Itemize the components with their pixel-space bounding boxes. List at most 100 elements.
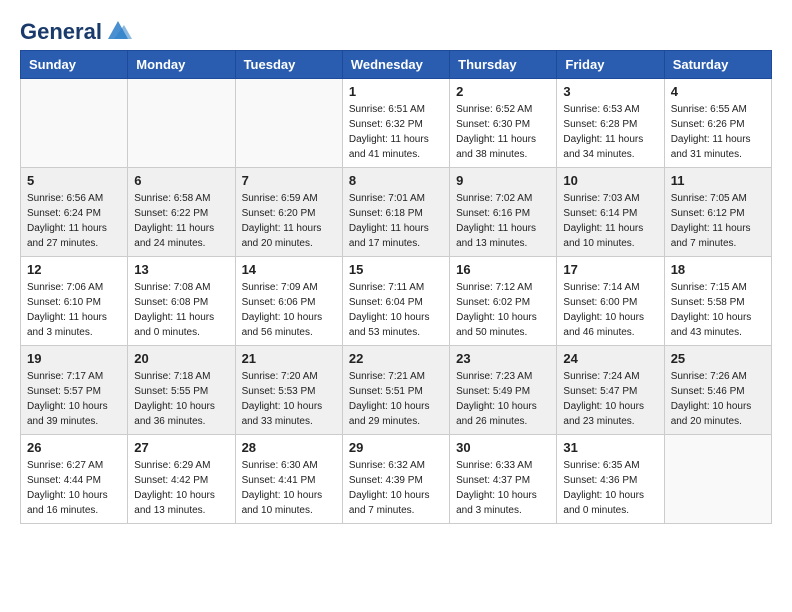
day-info: Sunrise: 7:08 AM Sunset: 6:08 PM Dayligh… bbox=[134, 280, 228, 340]
calendar-week-3: 12 Sunrise: 7:06 AM Sunset: 6:10 PM Dayli… bbox=[21, 257, 772, 346]
calendar-cell: 4 Sunrise: 6:55 AM Sunset: 6:26 PM Daylig… bbox=[664, 79, 771, 168]
day-number: 22 bbox=[349, 351, 443, 366]
day-number: 15 bbox=[349, 262, 443, 277]
day-info: Sunrise: 7:15 AM Sunset: 5:58 PM Dayligh… bbox=[671, 280, 765, 340]
calendar-cell: 7 Sunrise: 6:59 AM Sunset: 6:20 PM Daylig… bbox=[235, 168, 342, 257]
day-info: Sunrise: 6:35 AM Sunset: 4:36 PM Dayligh… bbox=[563, 458, 657, 518]
calendar-cell: 10Sunrise: 7:03 AM Sunset: 6:14 PM Dayli… bbox=[557, 168, 664, 257]
day-number: 16 bbox=[456, 262, 550, 277]
day-number: 12 bbox=[27, 262, 121, 277]
calendar-cell bbox=[21, 79, 128, 168]
calendar-week-2: 5 Sunrise: 6:56 AM Sunset: 6:24 PM Daylig… bbox=[21, 168, 772, 257]
calendar-cell bbox=[128, 79, 235, 168]
day-header-thursday: Thursday bbox=[450, 51, 557, 79]
day-info: Sunrise: 6:53 AM Sunset: 6:28 PM Dayligh… bbox=[563, 102, 657, 162]
day-number: 9 bbox=[456, 173, 550, 188]
calendar-cell: 8 Sunrise: 7:01 AM Sunset: 6:18 PM Daylig… bbox=[342, 168, 449, 257]
calendar-cell: 11Sunrise: 7:05 AM Sunset: 6:12 PM Dayli… bbox=[664, 168, 771, 257]
calendar-cell: 26 Sunrise: 6:27 AM Sunset: 4:44 PM Dayli… bbox=[21, 435, 128, 524]
calendar-cell: 9 Sunrise: 7:02 AM Sunset: 6:16 PM Daylig… bbox=[450, 168, 557, 257]
day-info: Sunrise: 7:06 AM Sunset: 6:10 PM Dayligh… bbox=[27, 280, 121, 340]
calendar-week-1: 1 Sunrise: 6:51 AM Sunset: 6:32 PM Daylig… bbox=[21, 79, 772, 168]
day-info: Sunrise: 7:24 AM Sunset: 5:47 PM Dayligh… bbox=[563, 369, 657, 429]
day-header-saturday: Saturday bbox=[664, 51, 771, 79]
calendar-cell: 19 Sunrise: 7:17 AM Sunset: 5:57 PM Dayli… bbox=[21, 346, 128, 435]
day-info: Sunrise: 7:26 AM Sunset: 5:46 PM Dayligh… bbox=[671, 369, 765, 429]
day-info: Sunrise: 7:23 AM Sunset: 5:49 PM Dayligh… bbox=[456, 369, 550, 429]
page-header: General bbox=[20, 20, 772, 40]
day-info: Sunrise: 6:59 AM Sunset: 6:20 PM Dayligh… bbox=[242, 191, 336, 251]
calendar-cell: 22 Sunrise: 7:21 AM Sunset: 5:51 PM Dayli… bbox=[342, 346, 449, 435]
day-info: Sunrise: 7:03 AM Sunset: 6:14 PM Dayligh… bbox=[563, 191, 657, 251]
day-number: 27 bbox=[134, 440, 228, 455]
day-info: Sunrise: 6:29 AM Sunset: 4:42 PM Dayligh… bbox=[134, 458, 228, 518]
day-header-sunday: Sunday bbox=[21, 51, 128, 79]
day-header-monday: Monday bbox=[128, 51, 235, 79]
day-info: Sunrise: 7:11 AM Sunset: 6:04 PM Dayligh… bbox=[349, 280, 443, 340]
day-number: 13 bbox=[134, 262, 228, 277]
calendar-table: SundayMondayTuesdayWednesdayThursdayFrid… bbox=[20, 50, 772, 524]
day-number: 14 bbox=[242, 262, 336, 277]
day-info: Sunrise: 7:14 AM Sunset: 6:00 PM Dayligh… bbox=[563, 280, 657, 340]
calendar-cell: 14 Sunrise: 7:09 AM Sunset: 6:06 PM Dayli… bbox=[235, 257, 342, 346]
calendar-cell: 20Sunrise: 7:18 AM Sunset: 5:55 PM Dayli… bbox=[128, 346, 235, 435]
day-number: 18 bbox=[671, 262, 765, 277]
day-number: 4 bbox=[671, 84, 765, 99]
day-info: Sunrise: 6:58 AM Sunset: 6:22 PM Dayligh… bbox=[134, 191, 228, 251]
day-info: Sunrise: 7:02 AM Sunset: 6:16 PM Dayligh… bbox=[456, 191, 550, 251]
calendar-cell: 12 Sunrise: 7:06 AM Sunset: 6:10 PM Dayli… bbox=[21, 257, 128, 346]
calendar-week-5: 26 Sunrise: 6:27 AM Sunset: 4:44 PM Dayli… bbox=[21, 435, 772, 524]
calendar-cell: 3 Sunrise: 6:53 AM Sunset: 6:28 PM Daylig… bbox=[557, 79, 664, 168]
day-info: Sunrise: 7:21 AM Sunset: 5:51 PM Dayligh… bbox=[349, 369, 443, 429]
calendar-cell: 28 Sunrise: 6:30 AM Sunset: 4:41 PM Dayli… bbox=[235, 435, 342, 524]
day-number: 23 bbox=[456, 351, 550, 366]
day-number: 2 bbox=[456, 84, 550, 99]
day-info: Sunrise: 7:17 AM Sunset: 5:57 PM Dayligh… bbox=[27, 369, 121, 429]
day-number: 19 bbox=[27, 351, 121, 366]
day-info: Sunrise: 6:32 AM Sunset: 4:39 PM Dayligh… bbox=[349, 458, 443, 518]
calendar-cell bbox=[235, 79, 342, 168]
day-number: 24 bbox=[563, 351, 657, 366]
day-info: Sunrise: 7:20 AM Sunset: 5:53 PM Dayligh… bbox=[242, 369, 336, 429]
day-info: Sunrise: 6:56 AM Sunset: 6:24 PM Dayligh… bbox=[27, 191, 121, 251]
day-number: 5 bbox=[27, 173, 121, 188]
calendar-week-4: 19 Sunrise: 7:17 AM Sunset: 5:57 PM Dayli… bbox=[21, 346, 772, 435]
day-number: 8 bbox=[349, 173, 443, 188]
calendar-cell: 16Sunrise: 7:12 AM Sunset: 6:02 PM Dayli… bbox=[450, 257, 557, 346]
day-number: 31 bbox=[563, 440, 657, 455]
day-info: Sunrise: 7:18 AM Sunset: 5:55 PM Dayligh… bbox=[134, 369, 228, 429]
day-info: Sunrise: 6:33 AM Sunset: 4:37 PM Dayligh… bbox=[456, 458, 550, 518]
day-number: 26 bbox=[27, 440, 121, 455]
day-info: Sunrise: 7:09 AM Sunset: 6:06 PM Dayligh… bbox=[242, 280, 336, 340]
calendar-cell: 27 Sunrise: 6:29 AM Sunset: 4:42 PM Dayli… bbox=[128, 435, 235, 524]
day-number: 1 bbox=[349, 84, 443, 99]
day-number: 25 bbox=[671, 351, 765, 366]
day-number: 17 bbox=[563, 262, 657, 277]
day-info: Sunrise: 7:01 AM Sunset: 6:18 PM Dayligh… bbox=[349, 191, 443, 251]
calendar-cell: 24 Sunrise: 7:24 AM Sunset: 5:47 PM Dayli… bbox=[557, 346, 664, 435]
calendar-cell: 5 Sunrise: 6:56 AM Sunset: 6:24 PM Daylig… bbox=[21, 168, 128, 257]
day-number: 11 bbox=[671, 173, 765, 188]
logo-icon bbox=[104, 21, 132, 39]
day-number: 7 bbox=[242, 173, 336, 188]
day-number: 6 bbox=[134, 173, 228, 188]
calendar-cell: 1 Sunrise: 6:51 AM Sunset: 6:32 PM Daylig… bbox=[342, 79, 449, 168]
calendar-cell: 18 Sunrise: 7:15 AM Sunset: 5:58 PM Dayli… bbox=[664, 257, 771, 346]
calendar-cell bbox=[664, 435, 771, 524]
day-info: Sunrise: 6:52 AM Sunset: 6:30 PM Dayligh… bbox=[456, 102, 550, 162]
calendar-cell: 25 Sunrise: 7:26 AM Sunset: 5:46 PM Dayli… bbox=[664, 346, 771, 435]
day-header-wednesday: Wednesday bbox=[342, 51, 449, 79]
day-number: 21 bbox=[242, 351, 336, 366]
calendar-cell: 2 Sunrise: 6:52 AM Sunset: 6:30 PM Daylig… bbox=[450, 79, 557, 168]
calendar-cell: 31 Sunrise: 6:35 AM Sunset: 4:36 PM Dayli… bbox=[557, 435, 664, 524]
day-info: Sunrise: 6:27 AM Sunset: 4:44 PM Dayligh… bbox=[27, 458, 121, 518]
day-number: 3 bbox=[563, 84, 657, 99]
day-number: 28 bbox=[242, 440, 336, 455]
logo-general: General bbox=[20, 20, 102, 44]
day-info: Sunrise: 6:30 AM Sunset: 4:41 PM Dayligh… bbox=[242, 458, 336, 518]
day-info: Sunrise: 6:55 AM Sunset: 6:26 PM Dayligh… bbox=[671, 102, 765, 162]
calendar-cell: 6 Sunrise: 6:58 AM Sunset: 6:22 PM Daylig… bbox=[128, 168, 235, 257]
day-header-friday: Friday bbox=[557, 51, 664, 79]
day-info: Sunrise: 6:51 AM Sunset: 6:32 PM Dayligh… bbox=[349, 102, 443, 162]
day-number: 30 bbox=[456, 440, 550, 455]
